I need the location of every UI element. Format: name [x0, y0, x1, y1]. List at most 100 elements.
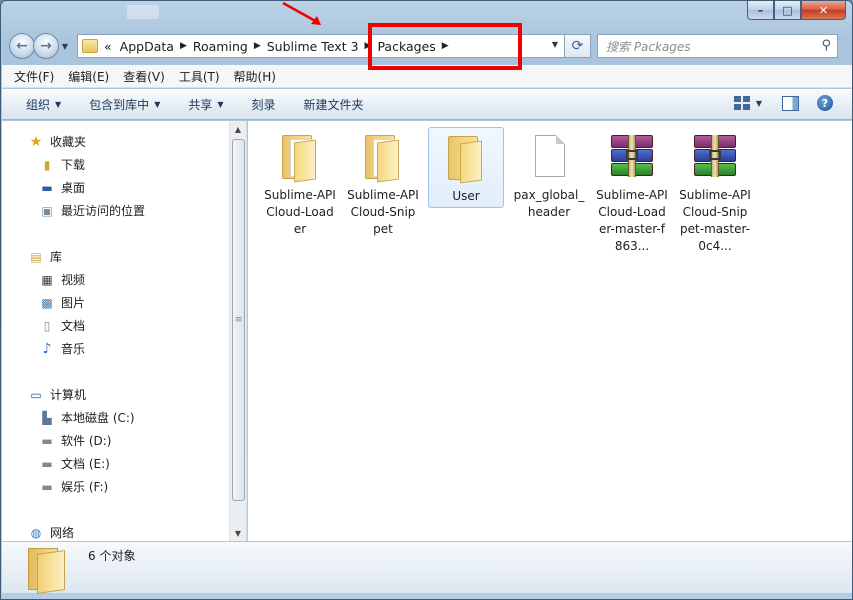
back-button[interactable]: ← [9, 33, 35, 59]
nav-item-drive-c-label: 本地磁盘 (C:) [61, 411, 135, 425]
nav-item-pictures[interactable]: ▩ 图片 [39, 294, 85, 311]
forward-arrow-icon: → [40, 38, 52, 54]
nav-libraries[interactable]: ▤ 库 [28, 248, 62, 265]
scroll-down-icon[interactable]: ▼ [230, 525, 246, 541]
explorer-window: – □ ✕ ← → ▼ « AppData ▶ Roaming ▶ Sublim… [0, 0, 853, 600]
file-list[interactable]: Sublime-APICloud-Loader Sublime-APICloud… [248, 121, 852, 541]
title-bar-ghost [127, 5, 159, 19]
nav-item-desktop[interactable]: ▬ 桌面 [39, 179, 85, 196]
nav-item-drive-d[interactable]: ▬ 软件 (D:) [39, 432, 111, 449]
search-placeholder: 搜索 Packages [606, 39, 691, 54]
nav-scrollbar[interactable]: ▲ ≡ ▼ [229, 121, 246, 541]
nav-item-drive-f[interactable]: ▬ 娱乐 (F:) [39, 478, 108, 495]
nav-item-recent-label: 最近访问的位置 [61, 204, 146, 218]
menu-help[interactable]: 帮助(H) [234, 68, 276, 85]
nav-item-downloads[interactable]: ▮ 下载 [39, 156, 85, 173]
menu-view[interactable]: 查看(V) [123, 68, 165, 85]
file-item-rar-snippet[interactable]: Sublime-APICloud-Snippet-master-0c4... [677, 127, 753, 257]
nav-network[interactable]: ◍ 网络 [28, 524, 74, 541]
search-input[interactable]: 搜索 Packages ⚲ [597, 34, 838, 58]
address-dropdown-icon[interactable]: ▼ [552, 40, 558, 49]
caption-buttons: – □ ✕ [747, 1, 846, 21]
nav-item-drive-e-label: 文档 (E:) [61, 457, 110, 471]
nav-computer[interactable]: ▭ 计算机 [28, 386, 86, 403]
include-in-library-label: 包含到库中 [89, 97, 150, 112]
toolbar-right: ▼ ? [733, 95, 833, 111]
network-icon: ◍ [30, 525, 42, 540]
downloads-folder-icon: ▮ [43, 157, 51, 172]
recent-pages-dropdown[interactable]: ▼ [59, 42, 71, 51]
nav-item-documents[interactable]: ▯ 文档 [39, 317, 85, 334]
computer-icon: ▭ [30, 387, 42, 402]
breadcrumb-roaming[interactable]: Roaming [193, 39, 248, 54]
nav-computer-label: 计算机 [50, 388, 87, 402]
winrar-archive-icon [611, 135, 653, 177]
chevron-right-icon[interactable]: ▶ [254, 41, 261, 51]
command-bar: 组织 ▼ 包含到库中 ▼ 共享 ▼ 刻录 新建文件夹 ▼ ? [2, 89, 852, 120]
menu-edit[interactable]: 编辑(E) [68, 68, 109, 85]
nav-item-videos[interactable]: ▦ 视频 [39, 271, 85, 288]
details-pane: 6 个对象 [2, 541, 852, 594]
chevron-down-icon: ▼ [55, 99, 62, 109]
breadcrumb-overflow[interactable]: « [104, 39, 112, 54]
share-label: 共享 [188, 97, 213, 112]
file-item-pax-global-header[interactable]: pax_global_header [511, 127, 587, 223]
nav-item-music-label: 音乐 [61, 342, 86, 356]
help-icon[interactable]: ? [817, 95, 833, 111]
refresh-button[interactable]: ⟳ [565, 34, 591, 58]
burn-button[interactable]: 刻录 [252, 96, 276, 113]
documents-icon: ▯ [43, 318, 51, 333]
nav-item-videos-label: 视频 [61, 273, 86, 287]
breadcrumb-appdata[interactable]: AppData [120, 39, 174, 54]
menu-tools[interactable]: 工具(T) [179, 68, 220, 85]
nav-item-recent[interactable]: ▣ 最近访问的位置 [39, 202, 145, 219]
nav-item-music[interactable]: ♪ 音乐 [39, 340, 85, 357]
folder-icon [82, 39, 98, 53]
nav-item-drive-d-label: 软件 (D:) [61, 434, 112, 448]
nav-favorites[interactable]: ★ 收藏夹 [28, 133, 86, 150]
hard-drive-icon: ▬ [41, 433, 53, 448]
nav-item-drive-e[interactable]: ▬ 文档 (E:) [39, 455, 110, 472]
nav-item-pictures-label: 图片 [61, 296, 86, 310]
file-label: pax_global_header [513, 188, 585, 219]
minimize-button[interactable]: – [747, 1, 774, 20]
chevron-right-icon[interactable]: ▶ [180, 41, 187, 51]
scroll-thumb[interactable]: ≡ [232, 139, 245, 501]
pictures-icon: ▩ [41, 295, 53, 310]
folder-icon [448, 136, 484, 184]
menu-file[interactable]: 文件(F) [14, 68, 54, 85]
blank-file-icon [535, 135, 565, 177]
search-icon[interactable]: ⚲ [821, 38, 831, 53]
navigation-pane: ★ 收藏夹 ▮ 下载 ▬ 桌面 ▣ 最近访问的位置 ▤ 库 ▦ 视频 ▩ 图片 … [2, 121, 247, 541]
file-item-folder-snippet[interactable]: Sublime-APICloud-Snippet [345, 127, 421, 240]
close-button[interactable]: ✕ [801, 1, 846, 20]
folder-icon [28, 548, 68, 594]
system-drive-icon: ▙ [42, 410, 52, 425]
chevron-down-icon: ▼ [154, 99, 161, 109]
maximize-button[interactable]: □ [774, 1, 801, 20]
folder-icon [282, 135, 318, 183]
hard-drive-icon: ▬ [41, 456, 53, 471]
file-label: Sublime-APICloud-Loader [264, 188, 336, 236]
file-item-rar-loader[interactable]: Sublime-APICloud-Loader-master-f863... [594, 127, 670, 257]
breadcrumb-sublime-text-3[interactable]: Sublime Text 3 [267, 39, 359, 54]
change-view-icon[interactable] [733, 96, 750, 110]
video-icon: ▦ [41, 272, 53, 287]
hard-drive-icon: ▬ [41, 479, 53, 494]
folder-icon [365, 135, 401, 183]
view-options-dropdown-icon[interactable]: ▼ [756, 99, 762, 108]
include-in-library-button[interactable]: 包含到库中 ▼ [89, 96, 160, 113]
new-folder-button[interactable]: 新建文件夹 [304, 96, 364, 113]
file-item-folder-loader[interactable]: Sublime-APICloud-Loader [262, 127, 338, 240]
forward-button[interactable]: → [33, 33, 59, 59]
item-count: 6 个对象 [88, 549, 136, 563]
recent-places-icon: ▣ [41, 203, 53, 218]
file-label: User [452, 189, 480, 203]
organize-button[interactable]: 组织 ▼ [26, 96, 61, 113]
nav-item-drive-c[interactable]: ▙ 本地磁盘 (C:) [39, 409, 135, 426]
preview-pane-icon[interactable] [782, 95, 799, 111]
scroll-up-icon[interactable]: ▲ [230, 121, 246, 137]
share-button[interactable]: 共享 ▼ [188, 96, 223, 113]
file-item-folder-user[interactable]: User [428, 127, 504, 208]
library-icon: ▤ [30, 249, 42, 264]
